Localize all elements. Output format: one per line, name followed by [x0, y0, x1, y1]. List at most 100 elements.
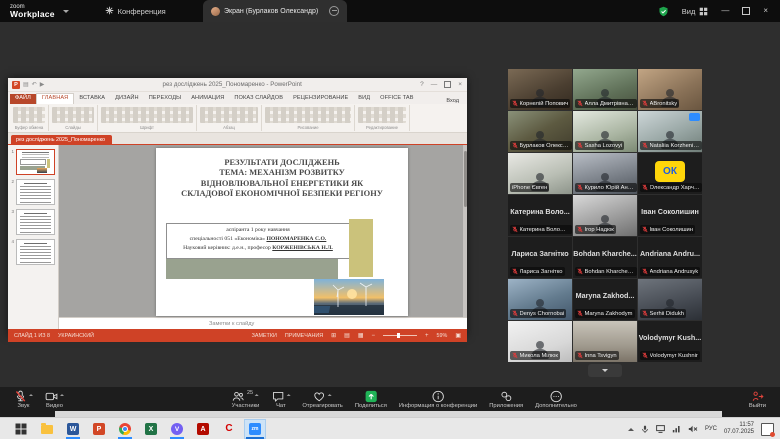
tray-volume-muted-icon[interactable]	[688, 425, 698, 433]
taskbar-icon-powerpoint[interactable]: P	[88, 419, 110, 439]
ribbon-controls[interactable]	[200, 107, 258, 123]
ppt-quick-access-toolbar[interactable]: P ▤ ↶ ▶	[12, 81, 44, 89]
fit-slide-icon[interactable]: ▣	[455, 332, 461, 339]
tray-display-icon[interactable]	[656, 425, 665, 433]
ribbon-controls[interactable]	[101, 107, 193, 123]
slide-thumbnail-3[interactable]	[16, 209, 55, 235]
ppt-restore-button[interactable]	[444, 81, 451, 88]
save-icon[interactable]: ▤	[23, 82, 29, 88]
slide-thumbnail-1[interactable]	[16, 149, 55, 175]
status-language[interactable]: УКРАИНСКИЙ	[58, 333, 94, 339]
toolbar-more-button[interactable]: Дополнительно	[529, 389, 583, 411]
chevron-up-icon[interactable]	[255, 392, 259, 396]
view-sorter-icon[interactable]: ▤	[344, 332, 350, 339]
taskbar-icon-excel[interactable]: X	[140, 419, 162, 439]
slide-thumbnail-4[interactable]	[16, 239, 55, 265]
participant-tile[interactable]: Микола Мілюк	[508, 321, 572, 362]
zoom-out-icon[interactable]: −	[372, 333, 376, 339]
tray-network-icon[interactable]	[672, 425, 681, 433]
ribbon-controls[interactable]	[265, 107, 351, 123]
toolbar-mic-muted-button[interactable]: Звук	[8, 389, 39, 411]
maximize-button[interactable]	[742, 7, 750, 15]
participant-tile[interactable]: Алла Дмитрівна Чик...	[573, 69, 637, 110]
status-notes-button[interactable]: ЗАМЕТКИ	[252, 333, 277, 339]
participant-tile[interactable]: Nataliia Korzhenivska	[638, 111, 702, 152]
participant-tile[interactable]: Denys Chornobai	[508, 279, 572, 320]
participant-tile[interactable]: Катерина Воло...Катерина Волощук	[508, 195, 572, 236]
status-comments-button[interactable]: ПРИМЕЧАНИЯ	[285, 333, 323, 339]
participant-tile[interactable]: Курило Юрій Анатол...	[573, 153, 637, 194]
chevron-up-icon[interactable]	[29, 392, 33, 396]
tray-language[interactable]: РУС	[705, 426, 717, 432]
tab-screen-share[interactable]: Экран (Бурлаков Олександр)	[203, 0, 347, 22]
participant-tile[interactable]: Inna Tsvigyn	[573, 321, 637, 362]
close-button[interactable]: ×	[763, 7, 768, 15]
tray-clock[interactable]: 11:57 07.07.2025	[724, 422, 754, 436]
taskbar-icon-word[interactable]: W	[62, 419, 84, 439]
ppt-tab-7[interactable]: РЕЦЕНЗИРОВАНИЕ	[288, 94, 353, 104]
notification-center-icon[interactable]	[761, 423, 774, 436]
participant-tile[interactable]: iPhone Євген	[508, 153, 572, 194]
ppt-tab-8[interactable]: ВИД	[353, 94, 375, 104]
tab-meeting[interactable]: Конференция	[97, 0, 174, 22]
ppt-minimize-button[interactable]: —	[431, 81, 438, 88]
ribbon-controls[interactable]	[52, 107, 94, 123]
taskbar-icon-chrome[interactable]	[114, 419, 136, 439]
ppt-close-button[interactable]: ×	[458, 81, 462, 88]
minimize-button[interactable]: —	[721, 7, 729, 15]
document-tab[interactable]: рез досліджень 2025_Пономаренко	[11, 135, 112, 144]
tray-mic-icon[interactable]	[641, 425, 649, 434]
ppt-signin-link[interactable]: Вход	[446, 98, 459, 104]
tray-expand-icon[interactable]	[628, 425, 634, 431]
undo-icon[interactable]: ↶	[32, 82, 37, 88]
participant-tile[interactable]: Serhii Didukh	[638, 279, 702, 320]
chevron-up-icon[interactable]	[328, 392, 332, 396]
participant-tile[interactable]: Andriana Andru...Andriana Andrusyk	[638, 237, 702, 278]
ppt-tab-6[interactable]: ПОКАЗ СЛАЙДОВ	[229, 94, 288, 104]
zoom-percent[interactable]: 59%	[437, 333, 448, 339]
security-shield-icon[interactable]	[658, 6, 669, 17]
ppt-tab-2[interactable]: ВСТАВКА	[74, 94, 110, 104]
taskbar-icon-start[interactable]	[10, 419, 32, 439]
ppt-help-button[interactable]: ?	[420, 81, 424, 88]
taskbar-icon-explorer[interactable]	[36, 419, 58, 439]
workspace-chevron-down-icon[interactable]	[63, 10, 69, 16]
ribbon-controls[interactable]	[13, 107, 45, 123]
taskbar-icon-acrobat[interactable]: A	[192, 419, 214, 439]
view-reading-icon[interactable]: ▦	[358, 332, 364, 339]
toolbar-share-button[interactable]: Поделиться	[349, 389, 393, 411]
view-button[interactable]: Вид	[682, 7, 709, 16]
participant-tile[interactable]: Лариса ЗагніткоЛариса Загнітко	[508, 237, 572, 278]
taskbar-icon-viber[interactable]: V	[166, 419, 188, 439]
toolbar-camera-button[interactable]: Видео	[39, 389, 70, 411]
view-normal-icon[interactable]: ⊞	[331, 332, 336, 339]
editor-scrollbar[interactable]	[463, 145, 467, 317]
chevron-up-icon[interactable]	[286, 392, 290, 396]
participant-tile[interactable]: Ігор Надюк	[573, 195, 637, 236]
toolbar-info-button[interactable]: Информация о конференции	[393, 389, 483, 411]
participant-tile[interactable]: Корнелій Попович	[508, 69, 572, 110]
notes-pane[interactable]: Заметки к слайду	[59, 317, 467, 329]
ribbon-controls[interactable]	[358, 107, 406, 123]
participant-tile[interactable]: Іван СоколишинІван Соколишин	[638, 195, 702, 236]
ppt-tab-4[interactable]: ПЕРЕХОДЫ	[144, 94, 187, 104]
participant-tile[interactable]: Бурлаков Олександр...	[508, 111, 572, 152]
toolbar-leave-button[interactable]: Выйти	[743, 389, 772, 411]
toolbar-chat-button[interactable]: Чат	[265, 389, 296, 411]
taskbar-icon-browser-c[interactable]: C	[218, 419, 240, 439]
toolbar-participants-button[interactable]: 25Участники	[226, 389, 266, 411]
participant-tile[interactable]: Bohdan Kharche...Bohdan Kharchenko	[573, 237, 637, 278]
participant-tile[interactable]: Maryna Zakhod...Maryna Zakhodym	[573, 279, 637, 320]
taskbar-icon-zoom[interactable]: zm	[244, 419, 266, 439]
chevron-up-icon[interactable]	[60, 392, 64, 396]
zoom-in-icon[interactable]: +	[425, 333, 429, 339]
participant-tile[interactable]: Sasha Lozovyi	[573, 111, 637, 152]
ppt-tab-9[interactable]: OFFICE TAB	[375, 94, 418, 104]
ppt-tab-1[interactable]: ГЛАВНАЯ	[36, 93, 74, 104]
zoom-slider[interactable]	[383, 335, 417, 336]
ppt-tab-5[interactable]: АНИМАЦИЯ	[186, 94, 229, 104]
participant-tile[interactable]: ОКОлександр Харченко	[638, 153, 702, 194]
ppt-tab-0[interactable]: ФАЙЛ	[10, 94, 36, 104]
ppt-tab-3[interactable]: ДИЗАЙН	[110, 94, 144, 104]
collapse-tab-icon[interactable]	[329, 6, 339, 16]
